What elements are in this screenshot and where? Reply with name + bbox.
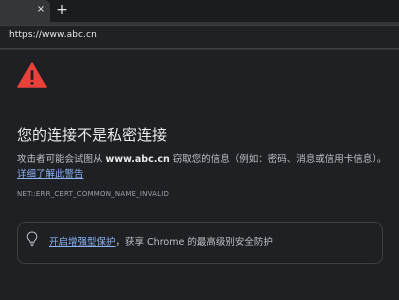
browser-tab[interactable]: × [0,0,50,22]
browser-window: × + https://www.abc.cn 您的连接不是私密连接 攻击者可能会… [0,0,399,300]
learn-more-link[interactable]: 详细了解此警告 [17,169,84,180]
url-text[interactable]: https://www.abc.cn [9,30,97,40]
promo-description: ，获享 Chrome 的最高级别安全防护 [115,237,273,248]
tab-strip: × + [0,0,399,22]
site-host: www.abc.cn [105,154,170,165]
enhanced-protection-card: 开启增强型保护，获享 Chrome 的最高级别安全防护 [17,222,383,264]
lightbulb-icon [26,231,38,247]
address-bar[interactable]: https://www.abc.cn [0,25,399,49]
promo-text: 开启增强型保护，获享 Chrome 的最高级别安全防护 [49,234,273,248]
new-tab-icon[interactable]: + [55,1,69,19]
page-title: 您的连接不是私密连接 [17,126,168,144]
toolbar: https://www.abc.cn [0,22,399,50]
warning-description: 攻击者可能会试图从 www.abc.cn 窃取您的信息（例如：密码、消息或信用卡… [17,152,387,182]
tab-close-icon[interactable]: × [35,3,47,17]
warning-triangle-icon [17,62,47,88]
description-text-rest: 窃取您的信息（例如：密码、消息或信用卡信息）。 [169,154,387,165]
description-text: 攻击者可能会试图从 [17,154,106,165]
error-code: NET::ERR_CERT_COMMON_NAME_INVALID [17,190,170,198]
enhanced-protection-link[interactable]: 开启增强型保护 [49,237,116,248]
